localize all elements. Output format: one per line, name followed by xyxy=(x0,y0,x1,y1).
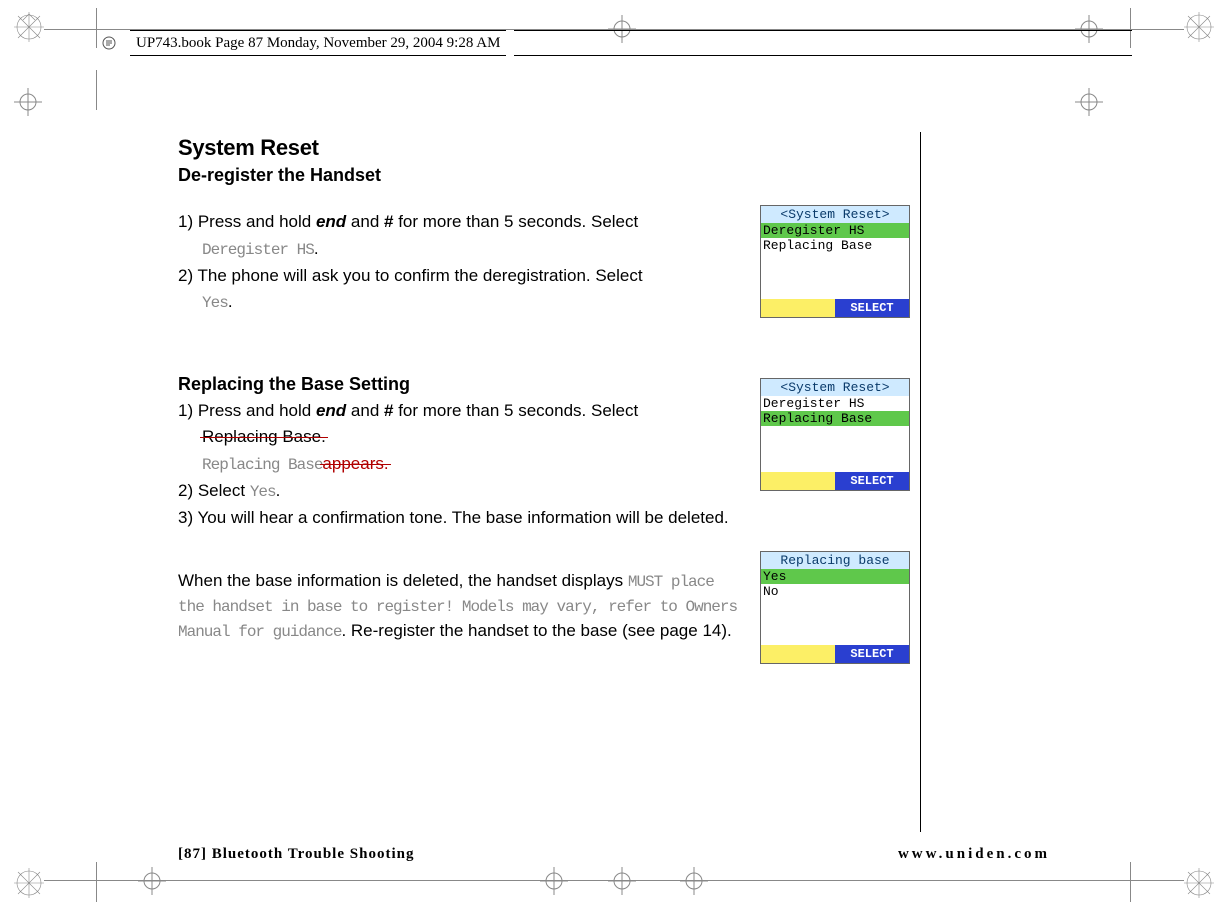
phone-screen-3: Replacing base Yes No SELECT xyxy=(760,551,910,664)
registration-starburst-icon xyxy=(14,868,44,898)
phone-screen-2: <System Reset> Deregister HS Replacing B… xyxy=(760,378,910,491)
trim-line-mid xyxy=(1130,862,1131,902)
registration-starburst-icon xyxy=(1184,12,1214,42)
book-reference: UP743.book Page 87 Monday, November 29, … xyxy=(136,35,500,52)
screen-line-selected: Deregister HS xyxy=(761,223,909,238)
phone-screen-1: <System Reset> Deregister HS Replacing B… xyxy=(760,205,910,318)
step-3-confirmation: 3) You will hear a confirmation tone. Th… xyxy=(178,506,748,531)
step-1-strike: Replacing Base. xyxy=(178,425,748,450)
step-1-replacing: 1) Press and hold end and # for more tha… xyxy=(178,399,748,424)
cropmark-icon xyxy=(138,867,166,895)
softkey-left xyxy=(761,645,835,663)
step-1-deregister: 1) Press and hold end and # for more tha… xyxy=(178,210,748,235)
page-header: UP743.book Page 87 Monday, November 29, … xyxy=(96,30,1132,56)
cropmark-icon xyxy=(14,88,42,116)
step-2-code: Yes. xyxy=(178,290,748,315)
trim-line-bottom xyxy=(44,880,1184,881)
screen-line: No xyxy=(761,584,909,599)
step-1-code: Deregister HS. xyxy=(178,237,748,262)
document-icon xyxy=(102,36,116,50)
softkey-select: SELECT xyxy=(835,645,909,663)
trim-line-mid xyxy=(96,862,97,902)
softkey-left xyxy=(761,472,835,490)
heading-deregister-handset: De-register the Handset xyxy=(178,165,918,186)
trim-line-mid xyxy=(96,70,97,110)
footer-chapter: [87] Bluetooth Trouble Shooting xyxy=(178,846,414,863)
cropmark-icon xyxy=(1075,88,1103,116)
screen-title: <System Reset> xyxy=(761,379,909,396)
screen-line: Replacing Base xyxy=(761,238,909,253)
step-1-appears: Replacing Base appears. xyxy=(178,452,748,477)
cropmark-icon xyxy=(608,867,636,895)
footer-url: www.uniden.com xyxy=(898,846,1050,863)
screen-title: <System Reset> xyxy=(761,206,909,223)
softkey-left xyxy=(761,299,835,317)
cropmark-icon xyxy=(540,867,568,895)
cropmark-icon xyxy=(680,867,708,895)
softkey-select: SELECT xyxy=(835,299,909,317)
screen-line: Deregister HS xyxy=(761,396,909,411)
screen-line-selected: Replacing Base xyxy=(761,411,909,426)
step-2-select-yes: 2) Select Yes. xyxy=(178,479,748,504)
registration-starburst-icon xyxy=(14,12,44,42)
screen-title: Replacing base xyxy=(761,552,909,569)
step-2-confirm: 2) The phone will ask you to confirm the… xyxy=(178,264,748,289)
heading-system-reset: System Reset xyxy=(178,135,918,161)
softkey-select: SELECT xyxy=(835,472,909,490)
para-base-deleted: When the base information is deleted, th… xyxy=(178,569,748,645)
vertical-divider xyxy=(920,132,921,832)
screen-line-selected: Yes xyxy=(761,569,909,584)
page-footer: [87] Bluetooth Trouble Shooting www.unid… xyxy=(178,846,1050,863)
registration-starburst-icon xyxy=(1184,868,1214,898)
